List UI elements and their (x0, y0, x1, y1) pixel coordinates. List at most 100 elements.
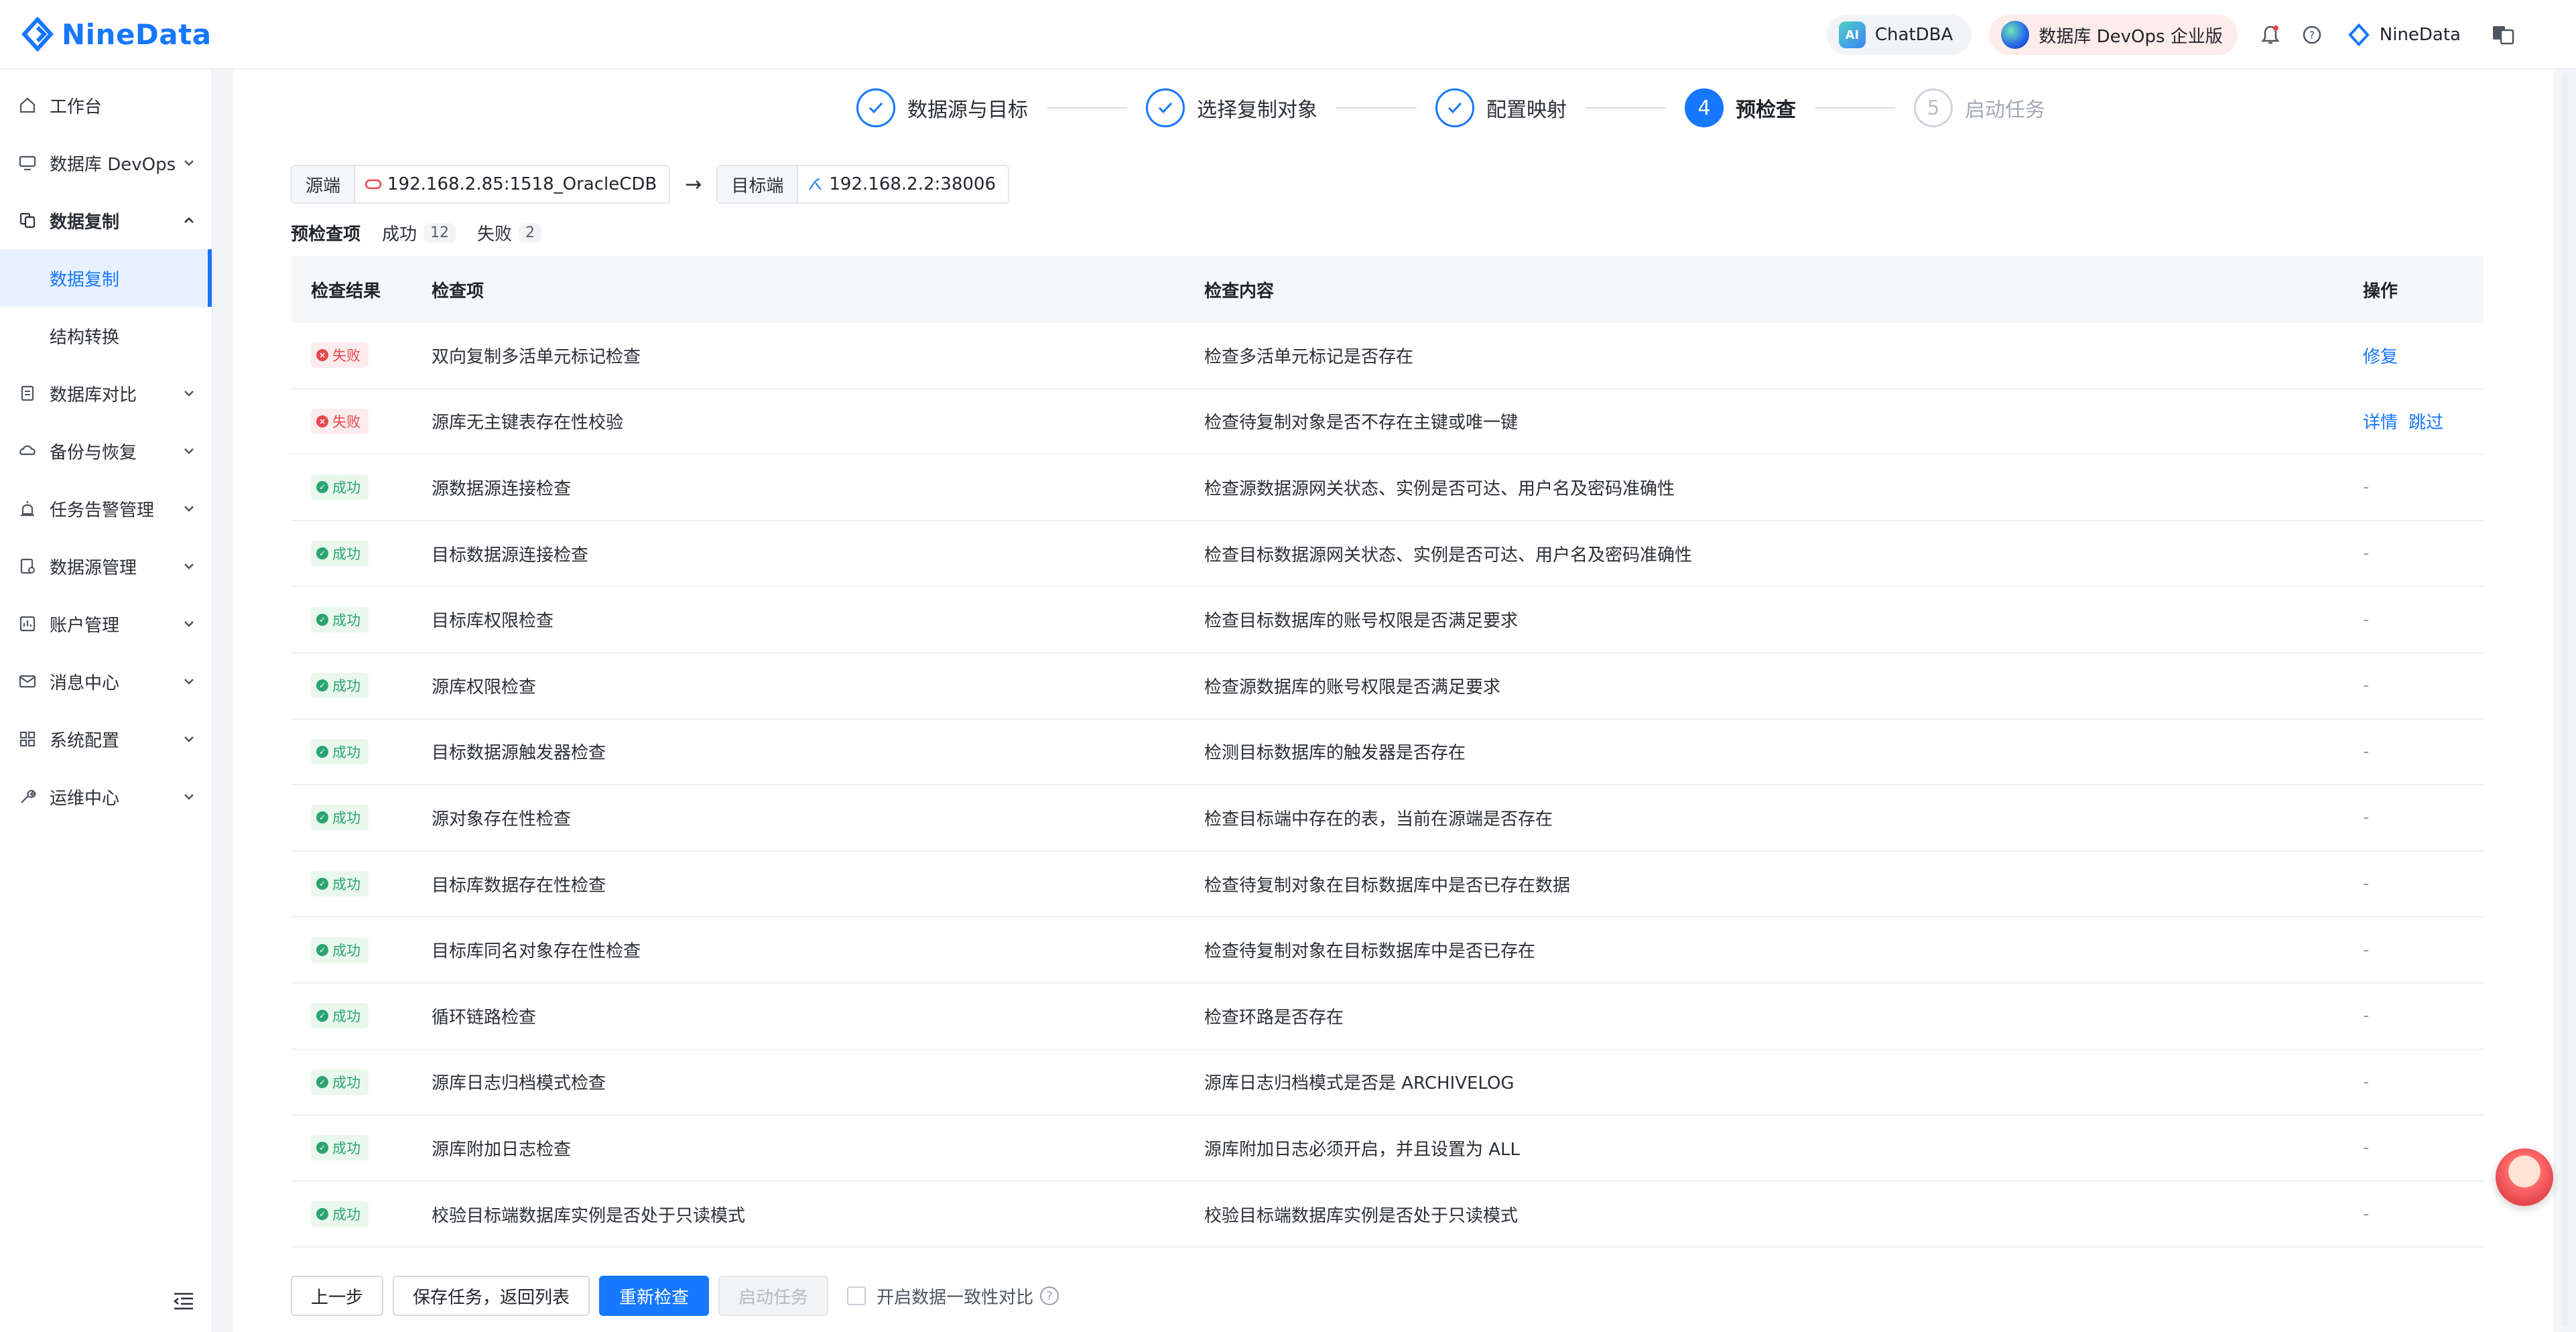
check-content-cell: 校验目标端数据库实例是否处于只读模式 (1204, 1205, 1519, 1226)
tab-success-label: 成功 (382, 224, 417, 245)
no-op-dash: - (2363, 1204, 2370, 1225)
chevron-down-icon (182, 442, 196, 462)
op-link[interactable]: 详情 (2363, 413, 2398, 433)
sidebar-item-ops[interactable]: 运维中心 (0, 768, 212, 825)
result-cell: ✓ 成功 (291, 1069, 411, 1095)
check-circle-icon: ✓ (316, 943, 328, 956)
page-scrollbar[interactable] (2561, 74, 2568, 1327)
sidebar-item-devops[interactable]: 数据库 DevOps (0, 134, 212, 192)
sidebar-item-account[interactable]: 账户管理 (0, 595, 212, 653)
sidebar-item-system[interactable]: 系统配置 (0, 710, 212, 768)
result-cell: ✓ 成功 (291, 606, 411, 632)
sidebar-item-messages[interactable]: 消息中心 (0, 653, 212, 710)
op-link[interactable]: 修复 (2363, 347, 2398, 367)
status-badge: ✓ 成功 (311, 474, 369, 501)
action-bar: 上一步 保存任务，返回列表 重新检查 启动任务 开启数据一致性对比 ? (291, 1276, 1059, 1316)
logo[interactable]: NineData (20, 17, 212, 52)
no-op-dash: - (2363, 609, 2370, 630)
check-content-cell: 源库日志归档模式是否是 ARCHIVELOG (1204, 1073, 1515, 1094)
bell-icon[interactable] (2255, 19, 2286, 50)
language-icon[interactable] (2488, 19, 2518, 50)
sidebar-item-workbench[interactable]: 工作台 (0, 76, 212, 134)
check-item-cell: 源库日志归档模式检查 (432, 1073, 606, 1094)
step-5: 5 启动任务 (1914, 88, 2045, 127)
header-ops: 操作 (2363, 281, 2398, 302)
check-circle-icon: ✓ (316, 1208, 328, 1221)
status-text: 成功 (332, 1008, 361, 1025)
result-cell: ✓ 成功 (291, 937, 411, 963)
status-text: 成功 (332, 546, 361, 563)
sidebar-item-compare[interactable]: 数据库对比 (0, 364, 212, 422)
step-1: 数据源与目标 (856, 88, 1028, 127)
sidebar-subitem-schema-convert[interactable]: 结构转换 (0, 307, 212, 364)
status-badge: ✓ 成功 (311, 541, 369, 567)
support-avatar-icon[interactable] (2496, 1148, 2553, 1206)
chevron-down-icon (182, 673, 196, 693)
collapse-sidebar-icon[interactable] (173, 1292, 194, 1313)
table-row: ✓ 成功 目标库同名对象存在性检查 检查待复制对象在目标数据库中是否已存在 - (291, 917, 2484, 984)
header-item: 检查项 (432, 281, 485, 302)
header-result: 检查结果 (311, 281, 381, 302)
result-cell: ✓ 成功 (291, 474, 411, 501)
check-item-cell: 校验目标端数据库实例是否处于只读模式 (432, 1205, 746, 1226)
check-content-cell: 检查源数据库的账号权限是否满足要求 (1204, 677, 1501, 697)
mysql-icon (809, 178, 822, 190)
chatdba-button[interactable]: AI ChatDBA (1826, 15, 1972, 55)
check-content-cell: 检查多活单元标记是否存在 (1204, 346, 1414, 367)
tab-fail[interactable]: 失败 2 (477, 220, 542, 245)
sidebar-item-backup[interactable]: 备份与恢复 (0, 422, 212, 480)
step-number: 5 (1914, 88, 1953, 127)
op-link[interactable]: 跳过 (2408, 413, 2443, 433)
save-return-button[interactable]: 保存任务，返回列表 (393, 1276, 590, 1316)
step-number: 4 (1685, 88, 1724, 127)
account-icon (17, 614, 38, 634)
tab-all[interactable]: 预检查项 (291, 220, 361, 245)
step-2: 选择复制对象 (1146, 88, 1317, 127)
chevron-down-icon (182, 557, 196, 578)
check-content-cell: 检查源数据源网关状态、实例是否可达、用户名及密码准确性 (1204, 478, 1675, 499)
sidebar-subitem-replication[interactable]: 数据复制 (0, 249, 212, 307)
check-icon (856, 88, 895, 127)
grid-icon (17, 729, 38, 749)
sidebar-item-label: 数据源管理 (50, 557, 137, 578)
ops-cell: - (2343, 1204, 2484, 1224)
status-text: 成功 (332, 810, 361, 827)
step-4: 4 预检查 (1685, 88, 1796, 127)
consistency-label: 开启数据一致性对比 (877, 1287, 1034, 1308)
result-filter-tabs: 预检查项 成功 12 失败 2 (291, 220, 563, 245)
recheck-button[interactable]: 重新检查 (599, 1276, 710, 1316)
sidebar-item-label: 数据复制 (50, 212, 120, 232)
sidebar-item-alarm[interactable]: 任务告警管理 (0, 480, 212, 537)
sidebar-item-datasource[interactable]: 数据源管理 (0, 537, 212, 595)
user-menu[interactable]: NineData (2347, 23, 2461, 46)
start-task-button[interactable]: 启动任务 (718, 1276, 829, 1316)
wizard-steps: 数据源与目标 选择复制对象 配置映射 4 预检查 5 启动任务 (856, 84, 2045, 131)
ops-cell: - (2343, 610, 2484, 630)
no-op-dash: - (2363, 807, 2370, 828)
check-content-cell: 源库附加日志必须开启，并且设置为 ALL (1204, 1139, 1521, 1160)
tab-success[interactable]: 成功 12 (382, 220, 456, 245)
check-item-cell: 目标库权限检查 (432, 611, 554, 632)
ops-cell: 修复 (2343, 343, 2484, 368)
target-value: 192.168.2.2:38006 (798, 174, 1008, 194)
status-badge: ✓ 成功 (311, 871, 369, 897)
check-content-cell: 检查目标端中存在的表，当前在源端是否存在 (1204, 809, 1553, 829)
consistency-checkbox[interactable] (847, 1286, 866, 1305)
error-icon: × (316, 415, 328, 427)
connection-summary: 源端 192.168.2.85:1518_OracleCDB → 目标端 192… (291, 165, 1009, 204)
status-text: 成功 (332, 678, 361, 695)
table-row: ✓ 成功 目标数据源触发器检查 检测目标数据库的触发器是否存在 - (291, 720, 2484, 786)
help-icon[interactable]: ? (2297, 19, 2327, 50)
prev-button[interactable]: 上一步 (291, 1276, 384, 1316)
sidebar-item-replication[interactable]: 数据复制 (0, 192, 212, 249)
status-badge: ✓ 成功 (311, 1003, 369, 1029)
target-address: 192.168.2.2:38006 (829, 174, 996, 194)
check-item-cell: 循环链路检查 (432, 1007, 537, 1028)
help-icon[interactable]: ? (1040, 1286, 1059, 1305)
devops-edition-button[interactable]: 数据库 DevOps 企业版 (1989, 15, 2238, 55)
check-circle-icon: ✓ (316, 811, 328, 824)
check-circle-icon: ✓ (316, 1142, 328, 1154)
consistency-option[interactable]: 开启数据一致性对比 ? (847, 1284, 1059, 1309)
fail-count: 2 (519, 223, 542, 243)
status-text: 成功 (332, 744, 361, 760)
